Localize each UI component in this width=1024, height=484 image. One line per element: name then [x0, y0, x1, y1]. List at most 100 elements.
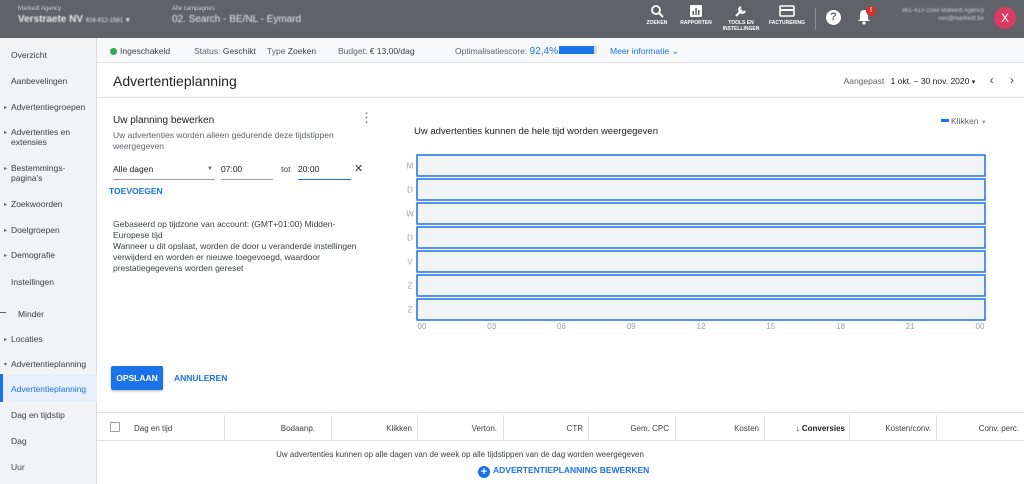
tools-settings-button[interactable]: TOOLS EN INSTELLINGEN: [720, 4, 762, 32]
cancel-button[interactable]: ANNULEREN: [174, 373, 227, 383]
sidebar-item-zoekwoorden[interactable]: ▸ Zoekwoorden: [0, 199, 97, 209]
column-divider: [224, 415, 225, 440]
sidebar-item-advertentieplanning-group[interactable]: ▾ Advertentieplanning: [0, 359, 97, 369]
status-field: Status: Geschikt: [194, 46, 256, 56]
x-tick-label: 09: [627, 322, 636, 331]
row-label: Z: [408, 282, 413, 291]
dropdown-arrow-icon: ▾: [971, 79, 976, 86]
col-conv-perc[interactable]: Conv. perc.: [979, 424, 1019, 433]
add-schedule-link[interactable]: TOEVOEGEN: [109, 186, 163, 196]
col-kosten[interactable]: Kosten: [734, 424, 759, 433]
more-options-icon[interactable]: ⋮: [360, 111, 373, 124]
x-tick-label: 00: [418, 322, 427, 331]
col-ctr[interactable]: CTR: [567, 424, 583, 433]
edit-ad-schedule-link[interactable]: + ADVERTENTIEPLANNING BEWERKEN: [478, 465, 649, 478]
help-icon[interactable]: ?: [826, 10, 841, 25]
type-field: Type Zoeken: [267, 46, 316, 56]
sidebar-item-advertentieplanning[interactable]: Advertentieplanning: [0, 374, 97, 402]
sidebar-item-instellingen[interactable]: Instellingen: [0, 277, 97, 287]
x-tick-label: 18: [836, 322, 845, 331]
optimization-score[interactable]: Optimalisatiescore: 92,4%: [455, 46, 558, 57]
sidebar-item-label: Instellingen: [11, 277, 55, 287]
sidebar-item-label: Advertenties en extensies: [11, 127, 71, 147]
save-button[interactable]: OPSLAAN: [111, 366, 163, 390]
col-verton[interactable]: Verton.: [472, 424, 497, 433]
sidebar-item-uur[interactable]: Uur: [0, 462, 97, 472]
column-divider: [849, 415, 850, 440]
next-period-icon[interactable]: ›: [1010, 73, 1014, 87]
plus-icon: +: [478, 466, 490, 478]
sidebar-item-advertenties-extensies[interactable]: ▸ Advertenties en extensies: [0, 127, 80, 147]
notification-badge: !: [866, 6, 876, 16]
billing-tool-button[interactable]: FACTURERING: [766, 4, 808, 26]
user-account-info[interactable]: 861-413-1584 Markedt Agency seo@markedt.…: [902, 7, 984, 23]
sidebar-item-label: Minder: [18, 309, 44, 319]
status-dot-icon: [110, 48, 117, 55]
previous-period-icon[interactable]: ‹: [990, 73, 994, 87]
row-label: D: [407, 186, 413, 195]
col-conversies[interactable]: ↓ Conversies: [796, 424, 845, 433]
heatmap-row: [416, 250, 986, 273]
expand-arrow-icon: ▸: [4, 337, 8, 343]
sidebar-item-bestemmingspaginas[interactable]: ▸ Bestemmings-pagina's: [0, 163, 75, 183]
col-bodaanp[interactable]: Bodaanp.: [281, 424, 315, 433]
sidebar-item-dag-en-tijdstip[interactable]: Dag en tijdstip: [0, 410, 97, 420]
account-selector[interactable]: Markedt Agency Verstraete NV 616-812-158…: [18, 5, 130, 28]
page-title: Advertentieplanning: [113, 73, 237, 89]
col-gem-cpc[interactable]: Gem. CPC: [630, 424, 669, 433]
expand-arrow-icon: ▸: [4, 228, 8, 234]
sidebar-item-overzicht[interactable]: Overzicht: [0, 50, 97, 60]
status-label: Status:: [194, 46, 221, 56]
sidebar-item-dag[interactable]: Dag: [0, 436, 97, 446]
metric-select-value: Klikken: [951, 116, 979, 126]
sidebar-item-demografie[interactable]: ▸ Demografie: [0, 250, 97, 260]
col-kosten-conv[interactable]: Kosten/conv.: [885, 424, 931, 433]
chevron-down-icon: ▾: [125, 17, 130, 24]
reports-tool-button[interactable]: RAPPORTEN: [677, 4, 715, 26]
date-range-value: 1 okt. – 30 nov. 2020: [890, 76, 970, 86]
more-info-link[interactable]: Meer informatie ⌄: [610, 46, 679, 57]
expand-arrow-icon: ▸: [4, 202, 8, 208]
campaign-name: 02. Search - BE/NL - Eymard: [172, 14, 302, 25]
budget-label: Budget:: [338, 46, 368, 56]
sidebar-item-label: Demografie: [11, 250, 55, 260]
start-time-input[interactable]: 07:00: [221, 162, 273, 180]
date-range-picker[interactable]: 1 okt. – 30 nov. 2020 ▾: [891, 76, 976, 86]
optimization-progress-remainder: [594, 46, 597, 54]
search-tool-button[interactable]: ZOEKEN: [640, 4, 674, 26]
enabled-label: Ingeschakeld: [120, 46, 171, 56]
column-divider: [417, 415, 418, 440]
col-dag-en-tijd[interactable]: Dag en tijd: [134, 424, 172, 433]
timezone-note-line2: Wanneer u dit opslaat, worden de door u …: [113, 241, 357, 273]
billing-tool-label: FACTURERING: [768, 20, 806, 26]
end-time-input[interactable]: 20:00: [298, 162, 351, 180]
budget-value: € 13,00/dag: [369, 46, 415, 56]
sidebar: Overzicht Aanbevelingen ▸ Advertentiegroe…: [0, 38, 97, 484]
campaign-selector[interactable]: Alle campagnes 02. Search - BE/NL - Eyma…: [172, 5, 301, 26]
column-divider: [936, 415, 937, 440]
metric-select[interactable]: Klikken ▼: [941, 116, 987, 126]
avatar[interactable]: X: [994, 7, 1016, 29]
editor-description: Uw advertenties worden alleen gedurende …: [113, 130, 334, 151]
close-icon[interactable]: ✕: [354, 162, 363, 175]
enabled-status[interactable]: Ingeschakeld: [110, 46, 170, 56]
heatmap-row: [416, 202, 986, 225]
col-klikken[interactable]: Klikken: [386, 424, 412, 433]
search-icon: [651, 5, 664, 18]
heatmap-row: [416, 298, 986, 321]
end-time-value: 20:00: [298, 164, 320, 174]
sidebar-item-advertentiegroepen[interactable]: ▸ Advertentiegroepen: [0, 102, 97, 112]
day-select[interactable]: Alle dagen ▼: [113, 162, 215, 180]
account-id: 616-812-1581: [85, 18, 124, 24]
sidebar-item-label: Dag: [11, 436, 27, 446]
sidebar-item-aanbevelingen[interactable]: Aanbevelingen: [0, 76, 97, 86]
select-all-checkbox[interactable]: [110, 422, 120, 432]
sidebar-item-doelgroepen[interactable]: ▸ Doelgroepen: [0, 225, 97, 235]
user-account-line1: 861-413-1584 Markedt Agency: [901, 8, 984, 14]
row-label: D: [407, 234, 413, 243]
sidebar-item-minder[interactable]: Minder: [0, 309, 97, 319]
user-account-line2: seo@markedt.be: [938, 16, 984, 22]
account-agency: Markedt Agency: [18, 6, 62, 12]
sidebar-item-locaties[interactable]: ▸ Locaties: [0, 334, 97, 344]
empty-table-message: Uw advertenties kunnen op alle dagen van…: [276, 450, 644, 459]
